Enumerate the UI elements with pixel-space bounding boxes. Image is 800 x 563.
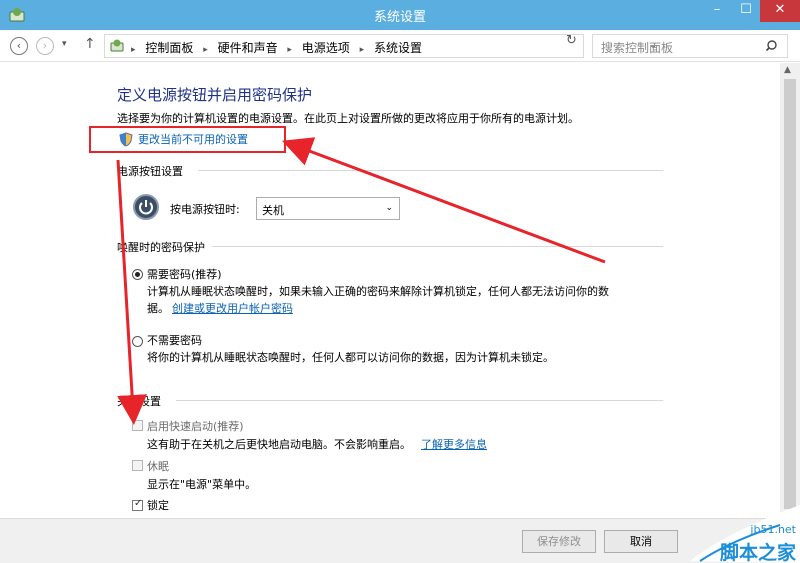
power-button-section-title: 电源按钮设置 <box>117 165 183 178</box>
vertical-scrollbar[interactable]: ▲ <box>780 63 800 518</box>
power-button-label: 按电源按钮时: <box>170 203 240 216</box>
require-password-description-end: 据。 <box>147 302 169 315</box>
fast-startup-description: 这有助于在关机之后更快地启动电脑。不会影响重启。 <box>147 438 411 451</box>
breadcrumb-power-options[interactable]: 电源选项 <box>302 41 350 55</box>
create-password-link[interactable]: 创建或更改用户帐户密码 <box>172 300 293 316</box>
refresh-button[interactable]: ↻ <box>566 33 577 48</box>
scroll-thumb[interactable] <box>784 79 796 509</box>
forward-button[interactable]: › <box>36 37 54 55</box>
breadcrumb-control-panel[interactable]: 控制面板 <box>145 41 193 55</box>
breadcrumb-hardware-sound[interactable]: 硬件和声音 <box>218 41 278 55</box>
require-password-description: 计算机从睡眠状态唤醒时，如果未输入正确的密码来解除计算机锁定，任何人都无法访问你… <box>147 285 609 298</box>
lock-label[interactable]: 锁定 <box>147 497 169 513</box>
selected-option: 关机 <box>262 204 284 217</box>
section-divider <box>212 246 663 247</box>
search-input[interactable]: 搜索控制面板 <box>592 34 788 58</box>
search-icon[interactable] <box>765 38 781 54</box>
save-changes-button[interactable]: 保存修改 <box>522 530 596 553</box>
require-password-radio[interactable] <box>132 269 143 280</box>
maximize-button[interactable]: ☐ <box>732 0 760 22</box>
hibernate-description: 显示在"电源"菜单中。 <box>147 478 257 491</box>
breadcrumb-separator: ▸ <box>287 45 292 55</box>
minimize-button[interactable]: – <box>702 0 732 22</box>
no-password-label[interactable]: 不需要密码 <box>147 332 202 348</box>
power-button-action-select[interactable]: 关机 ⌄ <box>256 197 400 220</box>
window-title: 系统设置 <box>373 10 426 25</box>
breadcrumb-system-settings[interactable]: 系统设置 <box>374 41 422 55</box>
footer-bar: 保存修改 取消 <box>0 518 800 563</box>
fast-startup-checkbox[interactable] <box>132 420 143 431</box>
section-divider <box>198 170 663 171</box>
watermark-site: jb51.net <box>750 523 796 536</box>
up-button[interactable]: ↑ <box>84 36 96 52</box>
learn-more-link[interactable]: 了解更多信息 <box>421 436 487 452</box>
title-bar: 系统设置 – ☐ ✕ <box>0 0 800 30</box>
control-panel-icon <box>110 39 124 52</box>
back-button[interactable]: ‹ <box>10 37 28 55</box>
address-bar[interactable]: ▸ 控制面板 ▸ 硬件和声音 ▸ 电源选项 ▸ 系统设置 ⌄ <box>104 34 657 58</box>
scroll-up-icon[interactable]: ▲ <box>784 65 791 75</box>
change-unavailable-settings-link[interactable]: 更改当前不可用的设置 <box>138 131 248 147</box>
hibernate-label[interactable]: 休眠 <box>147 458 169 474</box>
navigation-bar: ‹ › ▾ ↑ ▸ 控制面板 ▸ 硬件和声音 ▸ 电源选项 ▸ 系统设置 ⌄ ↻… <box>0 30 800 62</box>
section-divider <box>176 400 663 401</box>
breadcrumb: ▸ 控制面板 ▸ 硬件和声音 ▸ 电源选项 ▸ 系统设置 <box>131 39 428 56</box>
cancel-button[interactable]: 取消 <box>604 530 678 553</box>
close-button[interactable]: ✕ <box>760 0 800 22</box>
search-placeholder: 搜索控制面板 <box>601 41 674 55</box>
recent-locations-icon[interactable]: ▾ <box>62 39 67 49</box>
breadcrumb-separator: ▸ <box>203 45 208 55</box>
chevron-down-icon: ⌄ <box>385 203 393 213</box>
power-icon <box>133 194 159 220</box>
main-content: 定义电源按钮并启用密码保护 选择要为你的计算机设置的电源设置。在此页上对设置所做… <box>0 63 780 518</box>
page-description: 选择要为你的计算机设置的电源设置。在此页上对设置所做的更改将应用于你所有的电源计… <box>117 112 579 125</box>
lock-checkbox[interactable] <box>132 498 143 511</box>
watermark: jb51.net 脚本之家 <box>690 503 800 563</box>
breadcrumb-separator: ▸ <box>359 45 365 55</box>
hibernate-checkbox[interactable] <box>132 460 143 471</box>
watermark-name: 脚本之家 <box>719 542 796 563</box>
fast-startup-label[interactable]: 启用快速启动(推荐) <box>147 418 244 434</box>
no-password-description: 将你的计算机从睡眠状态唤醒时，任何人都可以访问你的数据，因为计算机未锁定。 <box>147 351 554 364</box>
no-password-radio[interactable] <box>132 336 143 347</box>
page-title: 定义电源按钮并启用密码保护 <box>117 86 313 104</box>
shield-icon <box>119 132 133 147</box>
require-password-label[interactable]: 需要密码(推荐) <box>147 266 222 282</box>
breadcrumb-separator: ▸ <box>131 45 136 55</box>
shutdown-section-title: 关机设置 <box>117 395 161 408</box>
wake-password-section-title: 唤醒时的密码保护 <box>117 241 205 254</box>
